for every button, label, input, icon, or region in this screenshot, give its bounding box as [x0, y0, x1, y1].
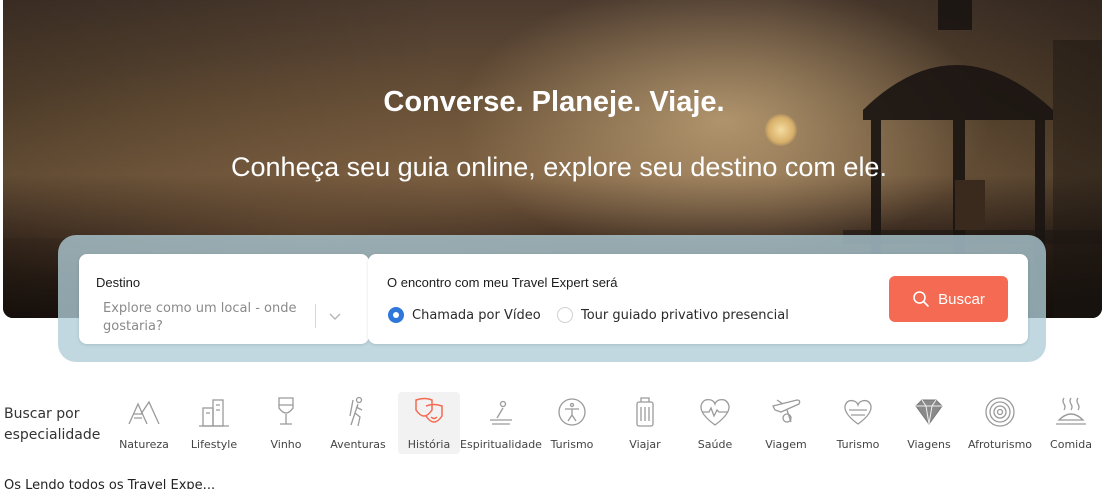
category-label: Afroturismo [967, 438, 1033, 451]
meeting-type-field: O encontro com meu Travel Expert será Ch… [368, 254, 1028, 344]
specialty-heading: Buscar por especialidade [4, 406, 101, 443]
hiker-icon [349, 396, 363, 427]
category-label: Aventuras [330, 438, 386, 451]
category-saude[interactable]: Saúde [690, 392, 740, 454]
search-icon [913, 291, 929, 307]
section-heading-partial: Os Lendo todos os Travel Expe... [4, 478, 216, 489]
category-label: Viagens [907, 438, 951, 451]
destination-input[interactable]: Explore como um local - onde gostaria? [103, 300, 303, 336]
category-label: Turismo [550, 438, 594, 451]
category-comida[interactable]: Comida [1044, 392, 1098, 454]
category-label: Saúde [697, 438, 733, 451]
diamond-icon [915, 399, 943, 425]
category-turismo[interactable]: Turismo [546, 392, 598, 454]
meditation-icon [490, 400, 512, 425]
category-afroturismo[interactable]: Afroturismo [964, 392, 1036, 454]
category-turismo-2[interactable]: Turismo [830, 392, 886, 454]
category-label: Vinho [270, 438, 302, 451]
category-natureza[interactable]: Natureza [116, 392, 172, 454]
category-viajar[interactable]: Viajar [622, 392, 668, 454]
buildings-icon [199, 399, 229, 427]
radio-unselected-icon[interactable] [557, 307, 573, 323]
field-divider [315, 304, 316, 328]
category-label: Viajar [629, 438, 661, 451]
category-lifestyle[interactable]: Lifestyle [186, 392, 242, 454]
hero-subtitle: Conheça seu guia online, explore seu des… [231, 152, 887, 182]
search-button[interactable]: Buscar [889, 276, 1008, 322]
category-viagens[interactable]: Viagens [902, 392, 956, 454]
concentric-circles-icon [985, 397, 1015, 427]
category-espiritualidade[interactable]: Espiritualidade [460, 392, 542, 454]
luggage-icon [636, 397, 654, 427]
category-label: Lifestyle [190, 438, 238, 451]
destination-field[interactable]: Destino Explore como um local - onde gos… [79, 254, 369, 344]
hot-dish-icon [1056, 397, 1086, 425]
category-viagem[interactable]: Viagem [762, 392, 810, 454]
radio-video-call[interactable]: Chamada por Vídeo [388, 307, 541, 323]
category-vinho[interactable]: Vinho [260, 392, 312, 454]
meeting-type-label: O encontro com meu Travel Expert será [387, 275, 618, 290]
category-label: Turismo [836, 438, 880, 451]
chevron-down-icon[interactable] [325, 306, 345, 326]
heart-icon [844, 399, 872, 425]
heartbeat-icon [700, 398, 730, 426]
accessibility-icon [558, 398, 586, 426]
hero-title: Converse. Planeje. Viaje. [383, 86, 725, 118]
airplane-icon [772, 399, 801, 423]
wine-glass-icon [278, 397, 294, 425]
radio-selected-icon[interactable] [388, 307, 404, 323]
radio-in-person-tour[interactable]: Tour guiado privativo presencial [557, 307, 789, 323]
radio-video-label: Chamada por Vídeo [412, 307, 541, 323]
category-label: História [407, 438, 451, 451]
radio-tour-label: Tour guiado privativo presencial [581, 307, 789, 323]
category-label: Comida [1050, 438, 1092, 451]
category-label: Viagem [765, 438, 807, 451]
theater-masks-icon [415, 397, 443, 423]
category-label: Espiritualidade [460, 438, 542, 451]
destination-label: Destino [96, 275, 141, 290]
mountains-icon [128, 400, 160, 425]
search-button-label: Buscar [938, 290, 985, 308]
category-historia[interactable]: História [398, 392, 460, 454]
category-aventuras[interactable]: Aventuras [328, 392, 388, 454]
category-label: Natureza [119, 438, 169, 451]
